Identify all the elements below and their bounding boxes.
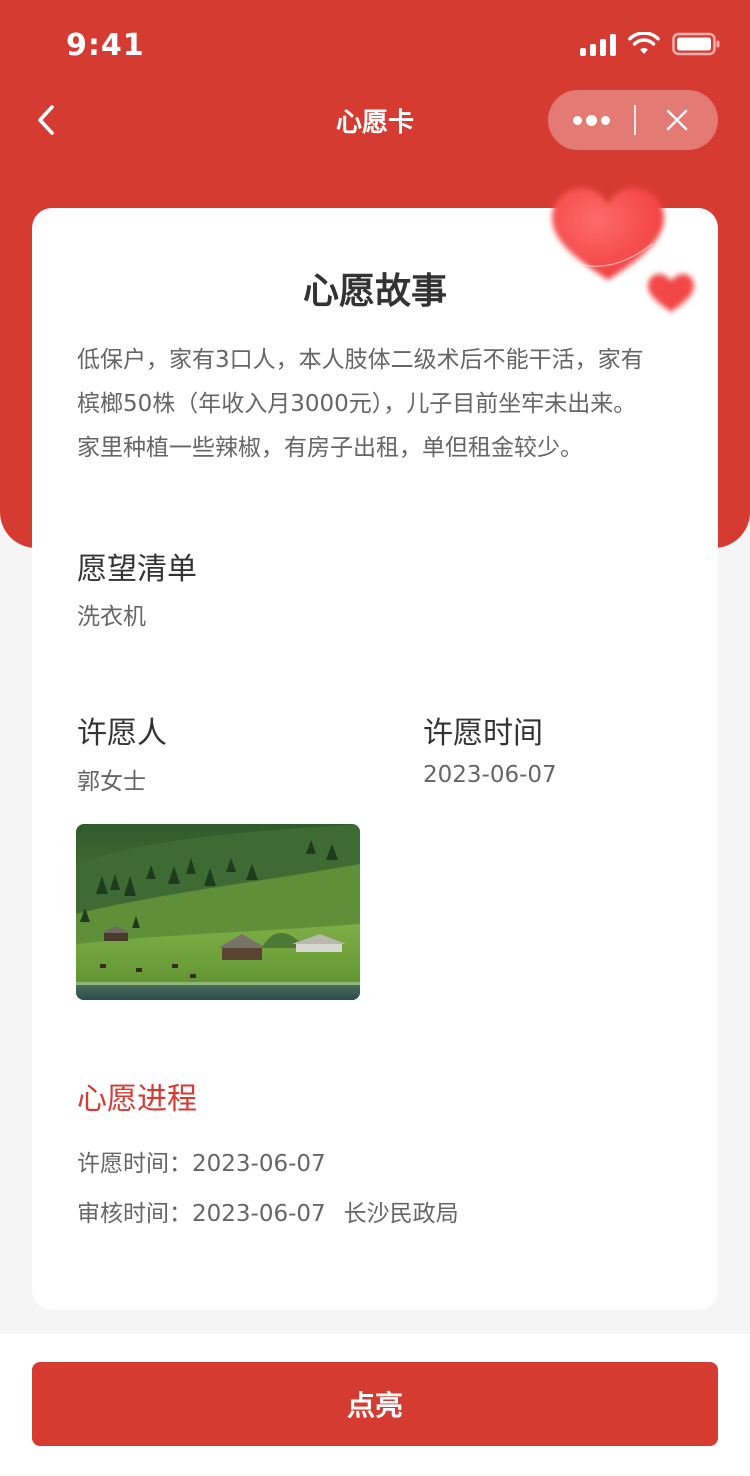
wishlist-value: 洗衣机 xyxy=(77,604,146,630)
wish-time-heading: 许愿时间 xyxy=(423,716,543,751)
status-icons xyxy=(580,32,720,56)
light-up-button[interactable]: 点亮 xyxy=(32,1362,718,1446)
more-dots-icon[interactable] xyxy=(548,90,634,150)
progress-org: 长沙民政局 xyxy=(343,1201,459,1227)
story-line: 槟榔50株（年收入月3000元），儿子目前坐牢未出来。 xyxy=(77,391,637,417)
status-bar: 9:41 xyxy=(0,0,750,90)
progress-date: 2023-06-07 xyxy=(192,1201,326,1227)
mini-program-capsule xyxy=(548,90,718,150)
progress-label: 许愿时间： xyxy=(77,1151,192,1177)
wish-photo[interactable] xyxy=(76,824,360,1000)
footer-bar: 点亮 xyxy=(0,1334,750,1476)
progress-row: 审核时间：2023-06-07 长沙民政局 xyxy=(77,1194,459,1228)
wifi-icon xyxy=(628,32,660,56)
battery-icon xyxy=(672,32,720,56)
wisher-heading: 许愿人 xyxy=(77,716,167,751)
signal-icon xyxy=(580,32,616,56)
wish-time-value: 2023-06-07 xyxy=(423,762,557,788)
story-line: 低保户，家有3口人，本人肢体二级术后不能干活，家有 xyxy=(77,347,644,373)
story-line: 家里种植一些辣椒，有房子出租，单但租金较少。 xyxy=(77,435,583,461)
nav-bar: 心愿卡 xyxy=(0,90,750,150)
progress-heading: 心愿进程 xyxy=(77,1082,197,1117)
progress-label: 审核时间： xyxy=(77,1201,192,1227)
story-text: 低保户，家有3口人，本人肢体二级术后不能干活，家有 槟榔50株（年收入月3000… xyxy=(77,338,687,470)
status-time: 9:41 xyxy=(66,28,145,63)
progress-date: 2023-06-07 xyxy=(192,1151,326,1177)
close-icon[interactable] xyxy=(636,90,718,150)
story-title: 心愿故事 xyxy=(302,271,447,312)
wishlist-heading: 愿望清单 xyxy=(77,552,197,587)
progress-row: 许愿时间：2023-06-07 xyxy=(77,1144,326,1178)
wisher-value: 郭女士 xyxy=(77,769,146,795)
